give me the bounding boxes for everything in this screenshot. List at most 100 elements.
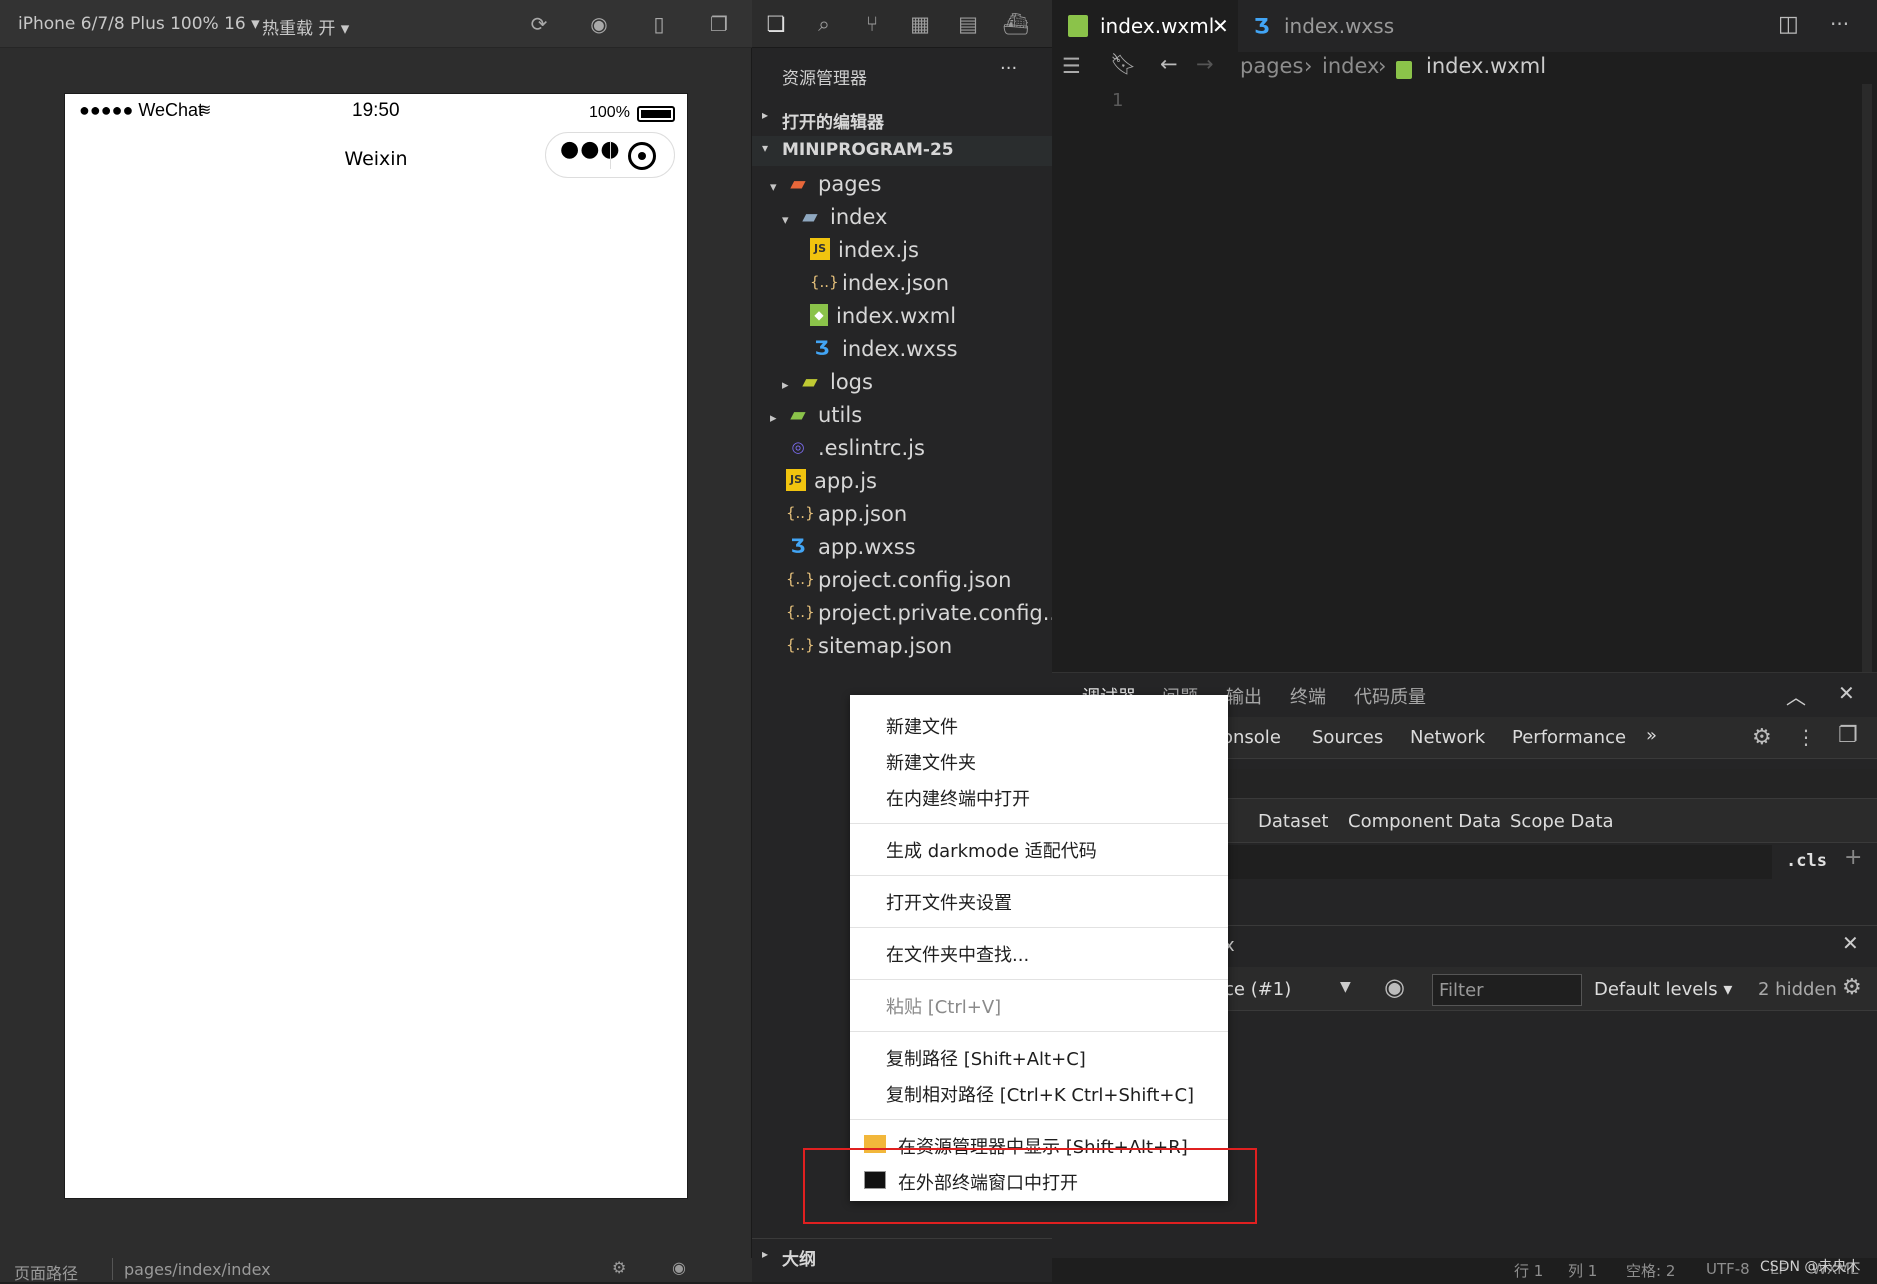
breadcrumb-pages[interactable]: pages: [1240, 54, 1303, 78]
context-menu-item[interactable]: 复制相对路径 [Ctrl+K Ctrl+Shift+C]: [886, 1081, 1194, 1107]
tree-item[interactable]: Ʒindex.wxss: [794, 333, 958, 365]
log-levels-select[interactable]: Default levels ▾: [1594, 979, 1732, 1000]
editor-scrollbar[interactable]: [1862, 84, 1872, 674]
more-tabs-icon[interactable]: »: [1646, 725, 1657, 746]
detach-window-icon[interactable]: ❐: [706, 12, 732, 36]
breadcrumb-index[interactable]: index: [1322, 54, 1379, 78]
explorer-more-icon[interactable]: ···: [1000, 58, 1017, 79]
context-menu-item[interactable]: 打开文件夹设置: [886, 889, 1012, 915]
stop-icon[interactable]: ◉: [586, 12, 612, 36]
page-path-value[interactable]: pages/index/index: [124, 1260, 271, 1279]
tab-network[interactable]: Network: [1410, 727, 1485, 748]
search-icon[interactable]: ⌕: [810, 10, 838, 38]
phone-icon[interactable]: ▯: [646, 12, 672, 36]
split-editor-icon[interactable]: ◫: [1778, 12, 1799, 37]
editor-pane: [1052, 0, 1877, 672]
tree-item[interactable]: {..} project.private.config...: [770, 597, 1063, 629]
tab-scope-data[interactable]: Scope Data: [1510, 811, 1614, 832]
json-file-icon: {..}: [786, 504, 815, 522]
eye-icon[interactable]: ◉: [1384, 973, 1405, 1001]
settings-icon[interactable]: ⚙: [612, 1258, 626, 1277]
docker-icon[interactable]: ⛴: [1002, 10, 1030, 38]
wxml-file-icon: ◆: [810, 304, 828, 326]
device-select[interactable]: iPhone 6/7/8 Plus 100% 16 ▾: [18, 14, 260, 34]
more-dots-icon[interactable]: ●●●: [560, 137, 621, 162]
menu-separator: [850, 927, 1228, 928]
tree-item[interactable]: {..} project.config.json: [770, 564, 1011, 596]
forward-arrow-icon[interactable]: →: [1196, 52, 1214, 76]
tree-item[interactable]: ▾ ▰ pages: [770, 168, 881, 200]
tree-item[interactable]: Ʒapp.wxss: [770, 531, 916, 563]
tree-item[interactable]: {..} sitemap.json: [770, 630, 952, 662]
tab-index-wxml[interactable]: index.wxml ✕: [1052, 0, 1238, 52]
tab-console[interactable]: onsole: [1222, 727, 1281, 748]
eye-icon[interactable]: ◉: [672, 1258, 686, 1277]
capsule-button[interactable]: ●●●: [545, 132, 675, 178]
outline-section[interactable]: ▸ 大纲: [752, 1238, 1052, 1270]
status-col[interactable]: 列 1: [1568, 1260, 1597, 1281]
cls-toggle[interactable]: .cls: [1786, 851, 1827, 871]
close-drawer-icon[interactable]: ✕: [1842, 931, 1859, 955]
context-menu-item[interactable]: 生成 darkmode 适配代码: [886, 837, 1097, 863]
tree-item[interactable]: {..} index.json: [794, 267, 949, 299]
editor-more-icon[interactable]: ···: [1830, 12, 1849, 36]
tree-item[interactable]: {..} app.json: [770, 498, 907, 530]
close-icon[interactable]: ✕: [1212, 0, 1229, 52]
tab-component-data[interactable]: Component Data: [1348, 811, 1501, 832]
tree-item-label: app.js: [814, 469, 877, 493]
json-file-icon: {..}: [786, 636, 815, 654]
list-icon[interactable]: ☰: [1062, 54, 1081, 78]
project-section[interactable]: ▾ MINIPROGRAM-25: [752, 136, 1052, 166]
tab-index-wxss[interactable]: Ʒ index.wxss: [1240, 0, 1418, 52]
hot-reload-toggle[interactable]: 热重载 开 ▾: [262, 14, 349, 39]
breadcrumb-file[interactable]: index.wxml: [1426, 54, 1546, 78]
tab-output[interactable]: 输出: [1226, 683, 1262, 709]
chevron-right-icon: ▸: [782, 378, 789, 393]
chevron-down-icon[interactable]: ▼: [1340, 979, 1351, 995]
tree-item[interactable]: JS index.js: [794, 234, 919, 266]
context-menu-item[interactable]: 在内建终端中打开: [886, 785, 1030, 811]
back-arrow-icon[interactable]: ←: [1160, 52, 1178, 76]
add-style-icon[interactable]: +: [1844, 845, 1862, 870]
source-control-icon[interactable]: ⑂: [858, 10, 886, 38]
context-menu-item[interactable]: 粘贴 [Ctrl+V]: [886, 993, 1001, 1019]
open-editors-section[interactable]: ▸ 打开的编辑器: [752, 104, 1052, 133]
close-panel-icon[interactable]: ✕: [1838, 681, 1855, 705]
tree-item[interactable]: ◆ index.wxml: [794, 300, 956, 332]
tab-terminal[interactable]: 终端: [1290, 683, 1326, 709]
bookmark-icon[interactable]: 🔖︎: [1110, 52, 1137, 77]
context-menu-item[interactable]: 复制路径 [Shift+Alt+C]: [886, 1045, 1086, 1071]
extensions-icon[interactable]: ▦: [906, 10, 934, 38]
tab-dataset[interactable]: Dataset: [1258, 811, 1329, 832]
context-select[interactable]: ce (#1): [1224, 979, 1291, 1000]
tree-item-label: app.json: [818, 502, 908, 526]
tree-item[interactable]: JS app.js: [770, 465, 877, 497]
tree-item[interactable]: ▸ ▰ logs: [782, 366, 873, 398]
context-menu-item[interactable]: 在文件夹中查找...: [886, 941, 1029, 967]
explorer-icon[interactable]: ❏: [762, 10, 790, 38]
status-encoding[interactable]: UTF-8: [1706, 1260, 1750, 1278]
status-line[interactable]: 行 1: [1514, 1260, 1543, 1281]
chevron-up-icon[interactable]: ︿: [1786, 681, 1806, 710]
tab-performance[interactable]: Performance: [1512, 727, 1626, 748]
chevron-right-icon: ▸: [762, 1247, 769, 1261]
refresh-icon[interactable]: ⟳: [526, 12, 552, 36]
editor-tabs: index.wxml ✕ Ʒ index.wxss ◫ ···: [1052, 0, 1877, 52]
context-menu-item[interactable]: 新建文件夹: [886, 749, 976, 775]
tree-item[interactable]: ◎ .eslintrc.js: [770, 432, 924, 464]
console-filter-input[interactable]: Filter: [1432, 974, 1582, 1006]
json-file-icon: {..}: [786, 570, 815, 588]
tab-sources[interactable]: Sources: [1312, 727, 1383, 748]
kebab-icon[interactable]: ⋮: [1796, 725, 1816, 749]
console-settings-icon[interactable]: ⚙: [1842, 975, 1862, 1000]
devtools-settings-icon[interactable]: ⚙: [1752, 725, 1772, 750]
tree-item[interactable]: ▾ ▰ index: [782, 201, 887, 233]
status-spaces[interactable]: 空格: 2: [1626, 1260, 1675, 1281]
dock-icon[interactable]: ❐: [1838, 723, 1858, 748]
context-menu-item[interactable]: 新建文件: [886, 713, 958, 739]
close-miniprogram-icon[interactable]: [628, 142, 656, 170]
highlight-box: [803, 1148, 1257, 1224]
tree-item[interactable]: ▸ ▰ utils: [770, 399, 862, 431]
storage-icon[interactable]: ▤: [954, 10, 982, 38]
tab-code-quality[interactable]: 代码质量: [1354, 683, 1426, 709]
